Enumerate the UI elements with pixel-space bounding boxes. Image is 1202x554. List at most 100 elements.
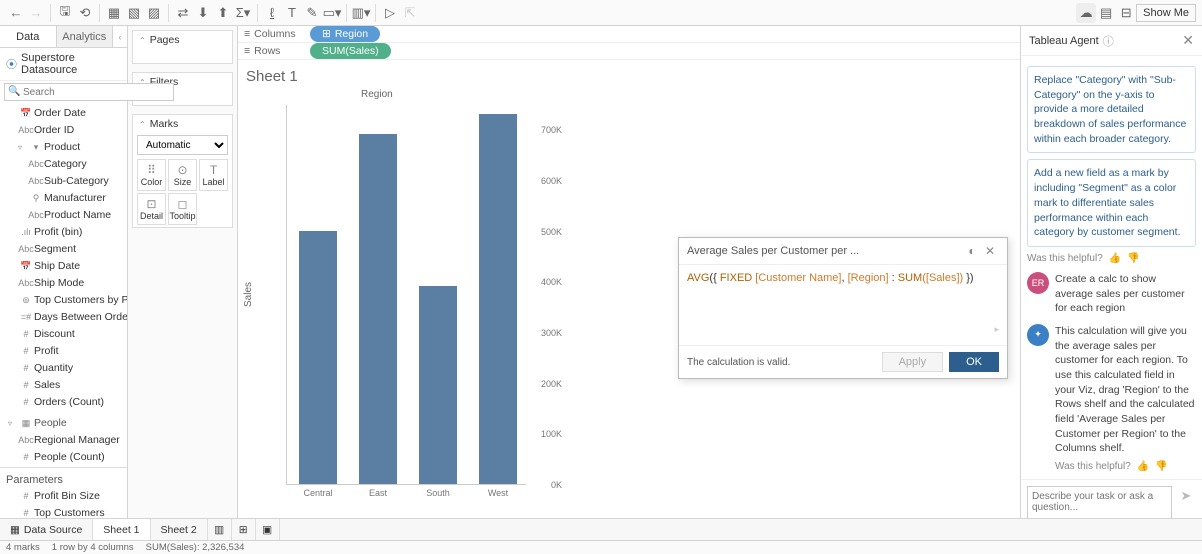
parameters-header: Parameters [0,472,127,488]
info-icon[interactable]: ⓘ [1103,33,1114,49]
cards-icon[interactable]: ▥▾ [351,3,371,23]
sort-asc-icon[interactable]: ⬇ [193,3,213,23]
suggestion-2[interactable]: Add a new field as a mark by including "… [1027,159,1196,246]
clear-icon[interactable]: ▨ [144,3,164,23]
thumbs-up-icon[interactable]: 👍 [1137,460,1149,474]
bar-south[interactable] [419,286,457,484]
marks-detail[interactable]: ⊡Detail [137,193,166,225]
y-tick-label: 400K [528,277,562,287]
field-product-name[interactable]: AbcProduct Name [0,207,127,224]
thumbs-down-icon[interactable]: 👎 [1155,460,1167,474]
present-icon[interactable]: ▷ [380,3,400,23]
marks-label[interactable]: TLabel [199,159,228,191]
thumbs-down-icon[interactable]: 👎 [1127,253,1139,264]
highlight-icon[interactable]: ℓ [262,3,282,23]
totals-icon[interactable]: Σ▾ [233,3,253,23]
format-icon[interactable]: ✎ [302,3,322,23]
apply-button[interactable]: Apply [882,352,944,372]
rows-shelf[interactable]: ≡Rows [244,45,304,57]
y-tick-label: 500K [528,227,562,237]
bar-east[interactable] [359,134,397,484]
sheet2-tab[interactable]: Sheet 2 [151,519,208,540]
field-order-id[interactable]: AbcOrder ID [0,122,127,139]
field-profit[interactable]: #Profit [0,343,127,360]
close-agent-icon[interactable]: ✕ [1182,32,1194,49]
show-me-button[interactable]: Show Me [1136,4,1196,22]
field-top-customers-by-p-[interactable]: ⊚Top Customers by P... [0,292,127,309]
field-discount[interactable]: #Discount [0,326,127,343]
sort-desc-icon[interactable]: ⬆ [213,3,233,23]
search-input[interactable] [4,83,174,101]
marks-tooltip[interactable]: ◻Tooltip [168,193,197,225]
field-orders-count-[interactable]: #Orders (Count) [0,394,127,411]
expand-arrow-icon[interactable]: ▸ [687,324,999,335]
sheet1-tab[interactable]: Sheet 1 [93,519,150,540]
field-segment[interactable]: AbcSegment [0,241,127,258]
field-days-between-orde-[interactable]: =#Days Between Orde... [0,309,127,326]
field-quantity[interactable]: #Quantity [0,360,127,377]
main-toolbar: ← → 🖫 ⟲ ▦ ▧ ▨ ⇄ ⬇ ⬆ Σ▾ ℓ T ✎ ▭▾ ▥▾ ▷ ⇱ ☁… [0,0,1202,26]
tab-data[interactable]: Data [0,26,57,47]
guide-icon[interactable]: ▤ [1096,3,1116,23]
dup-icon[interactable]: ▧ [124,3,144,23]
field-product[interactable]: ▿▾Product [0,139,127,156]
suggestion-1[interactable]: Replace "Category" with "Sub-Category" o… [1027,66,1196,153]
field-sales[interactable]: #Sales [0,377,127,394]
agent-input[interactable] [1027,486,1172,520]
param-item[interactable]: #Profit Bin Size [0,488,127,505]
new-ws-icon[interactable]: ▦ [104,3,124,23]
field-item[interactable]: AbcRegional Manager [0,432,127,449]
status-marks: 4 marks [6,542,40,553]
back-icon[interactable]: ← [6,3,26,23]
save-icon[interactable]: 🖫 [55,3,75,23]
fit-icon[interactable]: ▭▾ [322,3,342,23]
people-table[interactable]: ▿▦People [0,415,127,432]
x-tick-label: West [473,488,523,498]
thumbs-up-icon[interactable]: 👍 [1109,253,1121,264]
revert-icon[interactable]: ⟲ [75,3,95,23]
bar-west[interactable] [479,114,517,484]
pin-icon[interactable]: ⊟ [1116,3,1136,23]
field-item[interactable]: #People (Count) [0,449,127,466]
marks-type-select[interactable]: Automatic [137,135,228,155]
collapse-icon[interactable]: ‹ [113,26,127,47]
calc-title[interactable]: Average Sales per Customer per ... [687,245,963,257]
calc-formula[interactable]: AVG({ FIXED [Customer Name], [Region] : … [679,265,1007,345]
close-icon[interactable]: ✕ [981,244,999,258]
field-category[interactable]: AbcCategory [0,156,127,173]
labels-icon[interactable]: T [282,3,302,23]
tab-analytics[interactable]: Analytics [57,26,114,47]
ok-button[interactable]: OK [949,352,999,372]
field-profit-bin-[interactable]: .ılıProfit (bin) [0,224,127,241]
bar-central[interactable] [299,231,337,484]
forward-icon[interactable]: → [26,3,46,23]
marks-size[interactable]: ⊙Size [168,159,197,191]
new-sheet-icon[interactable]: ▥ [208,519,232,540]
field-sub-category[interactable]: AbcSub-Category [0,173,127,190]
field-ship-mode[interactable]: AbcShip Mode [0,275,127,292]
sales-pill[interactable]: SUM(Sales) [310,43,391,59]
field-ship-date[interactable]: 📅Ship Date [0,258,127,275]
sheet-title[interactable]: Sheet 1 [246,68,1012,85]
datasource-tab[interactable]: ▦Data Source [0,519,93,540]
datasource-name[interactable]: ⦿ Superstore Datasource [0,48,127,81]
columns-shelf[interactable]: ≡Columns [244,28,304,40]
new-story-icon[interactable]: ▣ [256,519,280,540]
pages-shelf[interactable]: ⌃Pages [133,31,232,49]
region-pill[interactable]: ⊞Region [310,26,380,42]
db-icon: ⦿ [6,56,17,72]
cloud-icon[interactable]: ☁ [1076,3,1096,23]
field-tree: 📅Order DateAbcOrder ID▿▾ProductAbcCatego… [0,103,127,467]
swap-icon[interactable]: ⇄ [173,3,193,23]
new-dash-icon[interactable]: ⊞ [232,519,256,540]
marks-card[interactable]: ⌃Marks [133,115,232,133]
marks-color[interactable]: ⠿Color [137,159,166,191]
x-tick-label: Central [293,488,343,498]
share-icon[interactable]: ⇱ [400,3,420,23]
cards-panel: ⌃Pages ⌃Filters ⌃Marks Automatic ⠿Color⊙… [128,26,238,526]
field-order-date[interactable]: 📅Order Date [0,105,127,122]
x-axis-header: Region [361,89,393,100]
field-manufacturer[interactable]: ⚲Manufacturer [0,190,127,207]
expand-icon[interactable]: ◐ [963,244,981,258]
send-icon[interactable]: ➤ [1176,486,1196,506]
